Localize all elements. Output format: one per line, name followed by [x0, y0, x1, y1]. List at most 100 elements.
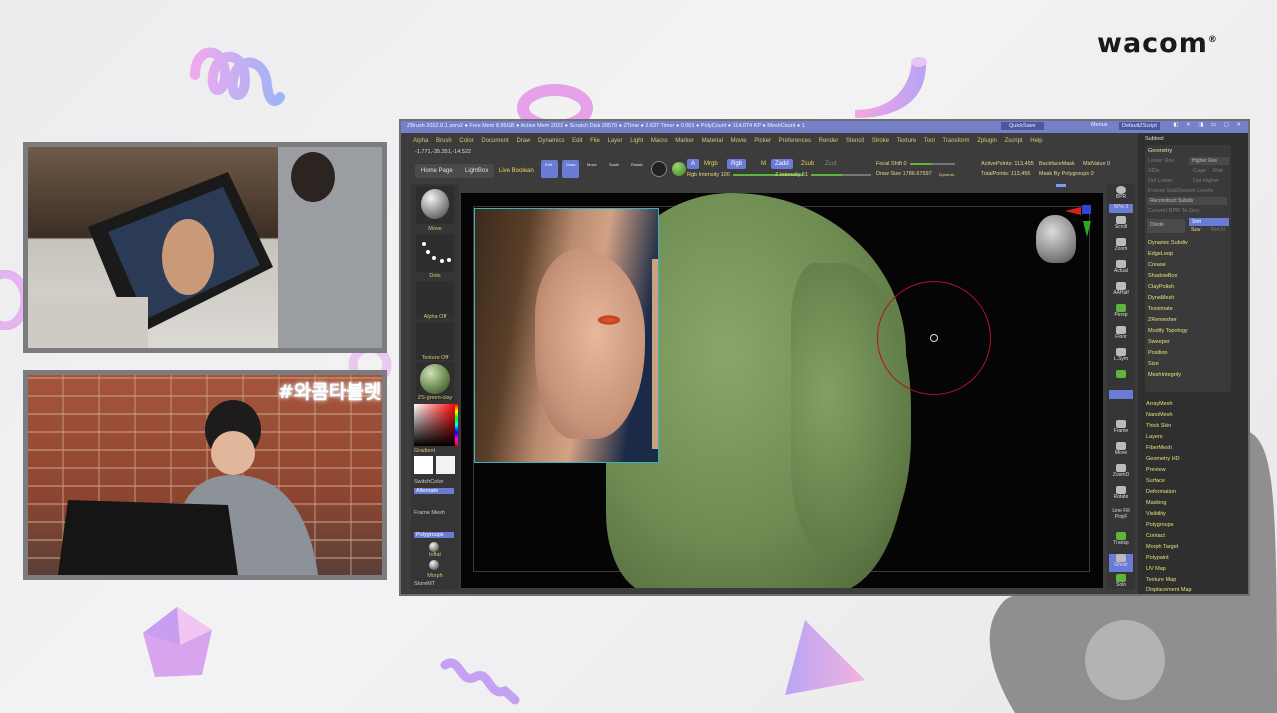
dynamic-toggle[interactable]: Dynamic — [939, 172, 955, 177]
menu-item[interactable]: File — [590, 138, 600, 144]
material-swatch-icon[interactable] — [651, 161, 667, 177]
focal-shift-slider[interactable]: Focal Shift 0 — [876, 161, 955, 167]
rotate-button[interactable]: Rotate — [627, 160, 647, 178]
reference-image[interactable] — [474, 208, 659, 463]
scale-button[interactable]: Scale — [605, 160, 625, 178]
menu-item[interactable]: Brush — [436, 138, 452, 144]
color-picker[interactable] — [414, 404, 456, 446]
higher-res-button[interactable]: Higher Res — [1189, 157, 1229, 165]
lightbox-button[interactable]: LightBox — [459, 164, 495, 178]
color-swatch-icon[interactable] — [672, 162, 686, 176]
backface-mask-toggle[interactable]: BackfaceMask — [1039, 161, 1075, 167]
menus-toggle[interactable]: Menus — [1091, 122, 1108, 128]
divide-button[interactable]: Divide — [1147, 219, 1185, 233]
smt-toggle[interactable]: Smt — [1189, 218, 1229, 226]
menu-item[interactable]: Material — [702, 138, 723, 144]
document-canvas[interactable] — [461, 193, 1103, 588]
menu-item[interactable]: Edit — [572, 138, 582, 144]
convert-bpr-button[interactable]: Convert BPR To Geo — [1148, 208, 1199, 214]
menu-item[interactable]: Tool — [924, 138, 935, 144]
freeze-subdivision-button[interactable]: Freeze SubDivision Levels — [1148, 188, 1213, 194]
arraymesh-section[interactable]: ArrayMesh — [1146, 401, 1173, 407]
menu-item[interactable]: Preferences — [779, 138, 811, 144]
nanomesh-section[interactable]: NanoMesh — [1146, 412, 1173, 418]
rotate-view-button[interactable]: Rotate — [1109, 486, 1133, 504]
crease-section[interactable]: Crease — [1148, 262, 1166, 268]
edgeloop-section[interactable]: EdgeLoop — [1148, 251, 1173, 257]
switch-color-button[interactable]: SwitchColor — [411, 479, 459, 485]
menu-item[interactable]: Dynamics — [538, 138, 564, 144]
mrgb-toggle[interactable]: Mrgb — [700, 159, 722, 169]
menu-item[interactable]: Help — [1030, 138, 1042, 144]
secondary-color-swatch[interactable] — [436, 456, 455, 474]
ghost-button[interactable]: Ghost — [1109, 554, 1133, 572]
frame-button[interactable]: Frame — [1109, 420, 1133, 438]
canvas-scroll-indicator[interactable] — [1056, 184, 1066, 187]
menu-item[interactable]: Draw — [516, 138, 530, 144]
surface-section[interactable]: Surface — [1146, 478, 1165, 484]
move-button[interactable]: Move — [583, 160, 603, 178]
menu-item[interactable]: Zplugin — [977, 138, 997, 144]
size-section[interactable]: Size — [1148, 361, 1159, 367]
hue-slider[interactable] — [455, 404, 458, 446]
bpr-button[interactable]: BPR — [1109, 186, 1133, 204]
local-button[interactable] — [1109, 390, 1133, 399]
deformation-section[interactable]: Deformation — [1146, 489, 1176, 495]
main-color-swatch[interactable] — [414, 456, 433, 474]
polygroups-section[interactable]: Polygroups — [1146, 522, 1174, 528]
menu-item[interactable]: Render — [819, 138, 839, 144]
menu-item[interactable]: Texture — [897, 138, 917, 144]
del-lower-button[interactable]: Del Lower — [1148, 178, 1173, 184]
menu-item[interactable]: Alpha — [413, 138, 428, 144]
actual-button[interactable]: Actual — [1109, 260, 1133, 278]
menu-item[interactable]: Stroke — [872, 138, 889, 144]
fibermesh-section[interactable]: FiberMesh — [1146, 445, 1172, 451]
shadowbox-section[interactable]: ShadowBox — [1148, 273, 1177, 279]
z-intensity-slider[interactable]: Z Intensity 51 — [775, 172, 872, 178]
dynamic-subdiv-section[interactable]: Dynamic Subdiv — [1148, 240, 1188, 246]
zsub-toggle[interactable]: Zsub — [797, 159, 818, 169]
stroke-selector[interactable] — [416, 234, 454, 272]
brush-selector[interactable] — [416, 186, 454, 224]
reconstruct-subdiv-button[interactable]: Reconstruct Subdiv — [1147, 197, 1227, 205]
mid-value-slider[interactable]: MidValue 0 — [1083, 161, 1110, 167]
sweeper-section[interactable]: Sweeper — [1148, 339, 1170, 345]
draw-size-slider[interactable]: Draw Size 1786.67597 — [876, 171, 932, 177]
tessimate-section[interactable]: Tessimate — [1148, 306, 1173, 312]
reuv-button[interactable]: ReUV — [1211, 227, 1226, 233]
lower-res-button[interactable]: Lower Res — [1148, 158, 1174, 164]
mask-by-polygroups-slider[interactable]: Mask By Polygroups 0 — [1039, 171, 1094, 177]
default-zscript-button[interactable]: DefaultZScript — [1119, 122, 1160, 130]
menu-item[interactable]: Zscript — [1005, 138, 1023, 144]
contact-section[interactable]: Contact — [1146, 533, 1165, 539]
zoom3d-button[interactable]: ZoomD — [1109, 464, 1133, 482]
edit-button[interactable]: Edit — [541, 160, 558, 178]
axis-gizmo-icon[interactable] — [1061, 205, 1093, 239]
geometry-header[interactable]: Geometry — [1148, 148, 1172, 154]
menu-item[interactable]: Color — [459, 138, 473, 144]
visibility-section[interactable]: Visibility — [1146, 511, 1166, 517]
m-toggle[interactable]: M — [757, 159, 770, 169]
polygroups-button[interactable]: Polygroups — [414, 532, 454, 538]
zcut-toggle[interactable]: Zcut — [821, 159, 841, 169]
home-page-button[interactable]: Home Page — [415, 164, 459, 178]
menu-item[interactable]: Light — [630, 138, 643, 144]
menu-item[interactable]: Marker — [675, 138, 694, 144]
frame-mesh-button[interactable]: Frame Mesh — [411, 510, 459, 516]
thick-skin-section[interactable]: Thick Skin — [1146, 423, 1171, 429]
zoom-button[interactable]: Zoom — [1109, 238, 1133, 256]
move-view-button[interactable]: Move — [1109, 442, 1133, 460]
morph-target-section[interactable]: Morph Target — [1146, 544, 1178, 550]
rgb-toggle[interactable]: Rgb — [727, 159, 747, 169]
geometry-hd-section[interactable]: Geometry HD — [1146, 456, 1180, 462]
texture-map-section[interactable]: Texture Map — [1146, 577, 1176, 583]
suv-toggle[interactable]: Suv — [1191, 227, 1200, 233]
sdiv-slider[interactable]: SDiv — [1148, 168, 1160, 174]
menu-item[interactable]: Movie — [731, 138, 747, 144]
menu-item[interactable]: Picker — [754, 138, 771, 144]
draw-button[interactable]: Draw — [562, 160, 579, 178]
uv-map-section[interactable]: UV Map — [1146, 566, 1166, 572]
rstr-button[interactable]: Rstr — [1213, 168, 1223, 174]
quicksave-button[interactable]: QuickSave — [1001, 122, 1044, 130]
masking-section[interactable]: Masking — [1146, 500, 1166, 506]
